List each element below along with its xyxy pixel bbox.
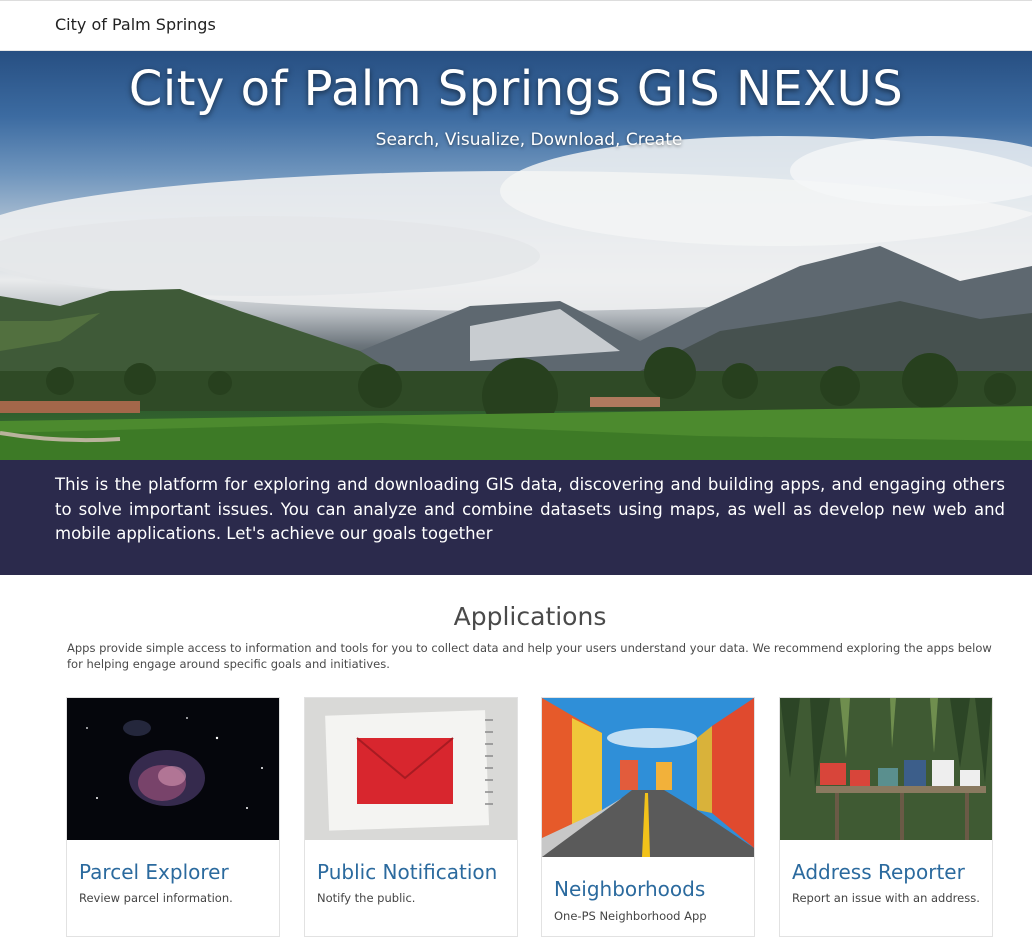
card-description: Report an issue with an address. bbox=[792, 891, 980, 905]
red-envelope-image[interactable] bbox=[305, 698, 517, 840]
card-title[interactable]: Address Reporter bbox=[792, 860, 965, 884]
app-card-address-reporter[interactable]: Address Reporter Report an issue with an… bbox=[779, 697, 993, 937]
card-title[interactable]: Parcel Explorer bbox=[79, 860, 229, 884]
intro-section: This is the platform for exploring and d… bbox=[0, 460, 1032, 575]
hero-banner: City of Palm Springs GIS NEXUS Search, V… bbox=[0, 51, 1032, 460]
site-header: City of Palm Springs bbox=[0, 0, 1032, 51]
intro-text: This is the platform for exploring and d… bbox=[55, 475, 1005, 543]
card-description: Review parcel information. bbox=[79, 891, 233, 905]
applications-description: Apps provide simple access to informatio… bbox=[67, 641, 992, 671]
colorful-street-image[interactable] bbox=[542, 698, 754, 857]
card-title[interactable]: Neighborhoods bbox=[554, 877, 705, 901]
hero-subtitle: Search, Visualize, Download, Create bbox=[375, 130, 683, 150]
card-title[interactable]: Public Notification bbox=[317, 860, 497, 884]
app-card-neighborhoods[interactable]: Neighborhoods One-PS Neighborhood App bbox=[541, 697, 755, 937]
app-card-parcel-explorer[interactable]: Parcel Explorer Review parcel informatio… bbox=[66, 697, 280, 937]
applications-heading: Applications bbox=[453, 602, 607, 631]
app-card-public-notification[interactable]: Public Notification Notify the public. bbox=[304, 697, 518, 937]
site-name-link[interactable]: City of Palm Springs bbox=[55, 15, 216, 34]
nebula-image[interactable] bbox=[67, 698, 279, 840]
hero-title: City of Palm Springs GIS NEXUS bbox=[128, 61, 904, 117]
card-description: Notify the public. bbox=[317, 891, 416, 905]
mailboxes-image[interactable] bbox=[780, 698, 992, 840]
card-description: One-PS Neighborhood App bbox=[554, 909, 707, 923]
